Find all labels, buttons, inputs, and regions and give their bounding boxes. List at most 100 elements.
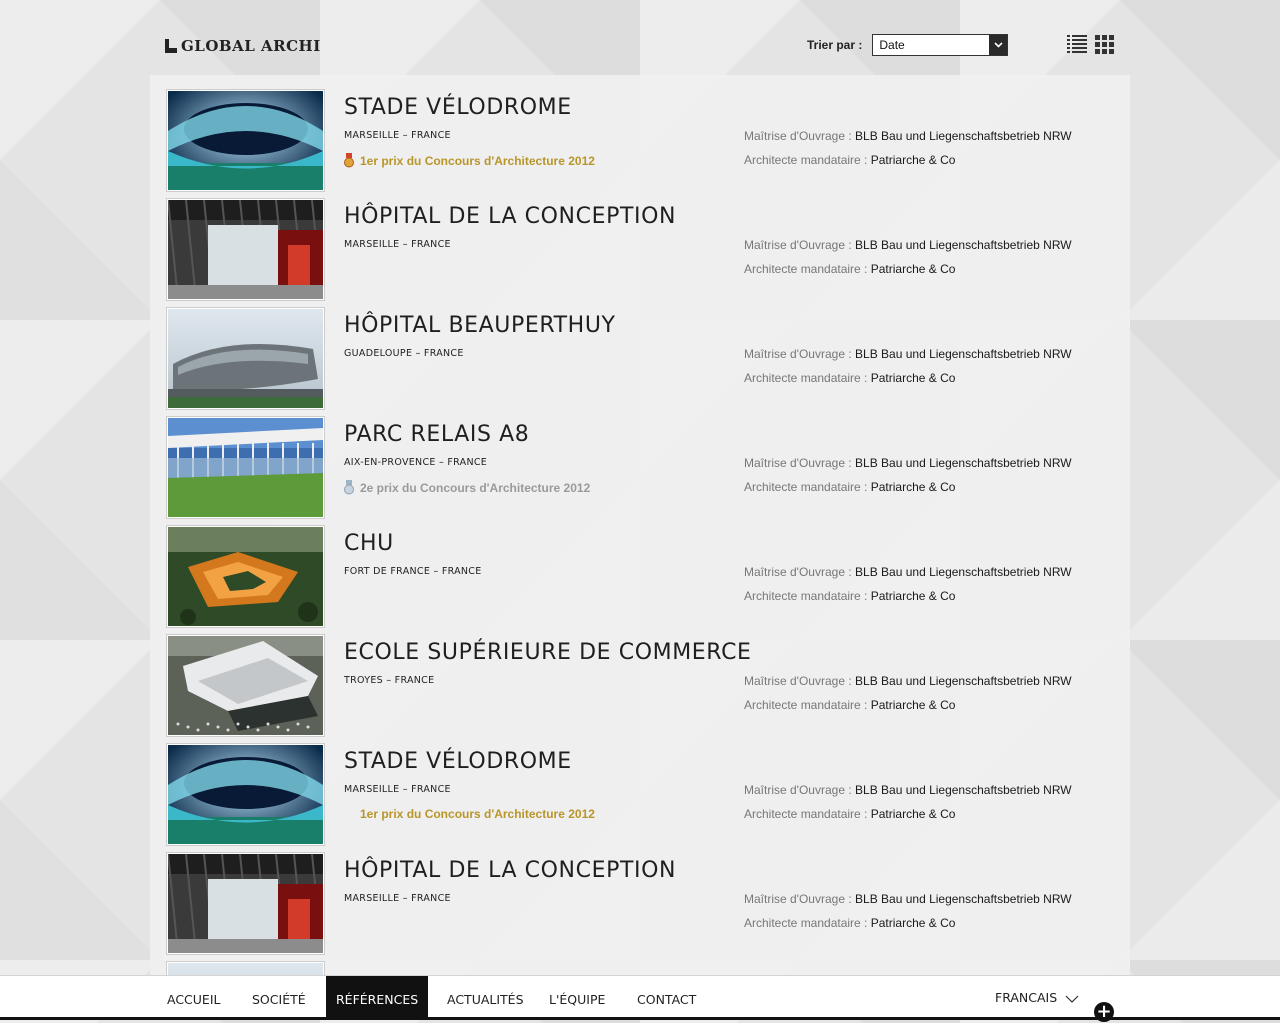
award-text: 2e prix du Concours d'Architecture 2012: [360, 480, 591, 495]
chevron-down-icon: [1065, 995, 1079, 1003]
architecte-row: Architecte mandataire : Patriarche & Co: [744, 589, 955, 603]
project-item[interactable]: HÔPITAL BEAUPERTHUY GUADELOUPE – FRANCE …: [150, 293, 1130, 409]
language-label: FRANCAIS: [995, 989, 1058, 1005]
project-location: GUADELOUPE – FRANCE: [344, 348, 464, 359]
logo-mark-icon: [165, 39, 177, 53]
project-item[interactable]: STADE VÉLODROME MARSEILLE – FRANCE 1er p…: [150, 75, 1130, 191]
project-thumbnail[interactable]: [167, 308, 324, 409]
project-title[interactable]: STADE VÉLODROME: [344, 95, 572, 120]
project-title[interactable]: HÔPITAL DE LA CONCEPTION: [344, 858, 676, 883]
architecte-label: Architecte mandataire :: [744, 916, 868, 930]
project-thumbnail[interactable]: [167, 853, 324, 954]
architecte-value: Patriarche & Co: [870, 153, 956, 167]
grid-view-icon[interactable]: [1095, 34, 1115, 56]
maitrise-value: BLB Bau und Liegenschaftsbetrieb NRW: [855, 674, 1072, 688]
award-text: 1er prix du Concours d'Architecture 2012: [360, 153, 595, 168]
project-item[interactable]: [150, 947, 1130, 975]
sort-value: Date: [879, 38, 905, 52]
project-title[interactable]: CHU: [344, 531, 394, 556]
project-title[interactable]: HÔPITAL BEAUPERTHUY: [344, 313, 616, 338]
nav-item-references[interactable]: RÉFÉRENCES: [326, 976, 429, 1018]
architecte-label: Architecte mandataire :: [744, 371, 868, 385]
architecte-value: Patriarche & Co: [870, 589, 956, 603]
project-location: MARSEILLE – FRANCE: [344, 130, 451, 141]
maitrise-value: BLB Bau und Liegenschaftsbetrieb NRW: [855, 892, 1072, 906]
maitrise-value: BLB Bau und Liegenschaftsbetrieb NRW: [855, 129, 1072, 143]
project-thumbnail[interactable]: [167, 635, 324, 736]
project-thumbnail[interactable]: [167, 90, 324, 191]
award-badge: 1er prix du Concours d'Architecture 2012: [344, 153, 595, 168]
project-thumbnail[interactable]: [167, 526, 324, 627]
project-item[interactable]: ECOLE SUPÉRIEURE DE COMMERCE TROYES – FR…: [150, 620, 1130, 736]
architecte-row: Architecte mandataire : Patriarche & Co: [744, 807, 955, 821]
maitrise-label: Maîtrise d'Ouvrage :: [744, 565, 852, 579]
maitrise-value: BLB Bau und Liegenschaftsbetrieb NRW: [855, 456, 1072, 470]
maitrise-row: Maîtrise d'Ouvrage : BLB Bau und Liegens…: [744, 783, 1072, 797]
project-location: MARSEILLE – FRANCE: [344, 784, 451, 795]
list-view-icon[interactable]: [1067, 34, 1087, 56]
architecte-label: Architecte mandataire :: [744, 153, 868, 167]
bottom-nav: ACCUEIL SOCIÉTÉ RÉFÉRENCES ACTUALITÉS L'…: [0, 975, 1280, 1022]
nav-item-societe[interactable]: SOCIÉTÉ: [252, 976, 306, 1018]
project-title[interactable]: PARC RELAIS A8: [344, 422, 529, 447]
maitrise-row: Maîtrise d'Ouvrage : BLB Bau und Liegens…: [744, 456, 1072, 470]
maitrise-label: Maîtrise d'Ouvrage :: [744, 674, 852, 688]
project-thumbnail[interactable]: [167, 744, 324, 845]
project-item[interactable]: HÔPITAL DE LA CONCEPTION MARSEILLE – FRA…: [150, 184, 1130, 300]
architecte-label: Architecte mandataire :: [744, 480, 868, 494]
project-title[interactable]: HÔPITAL DE LA CONCEPTION: [344, 204, 676, 229]
maitrise-label: Maîtrise d'Ouvrage :: [744, 347, 852, 361]
logo[interactable]: GLOBAL ARCHI: [165, 37, 321, 55]
nav-item-accueil[interactable]: ACCUEIL: [167, 976, 221, 1018]
project-thumbnail[interactable]: [167, 199, 324, 300]
project-thumbnail[interactable]: [167, 417, 324, 518]
project-title[interactable]: STADE VÉLODROME: [344, 749, 572, 774]
sort-select[interactable]: Date: [872, 34, 1009, 56]
project-thumbnail[interactable]: [167, 962, 324, 975]
project-location: TROYES – FRANCE: [344, 675, 435, 686]
architecte-label: Architecte mandataire :: [744, 807, 868, 821]
sort-control: Trier par : Date: [807, 34, 1009, 56]
nav-item-contact[interactable]: CONTACT: [637, 976, 696, 1018]
award-badge: 1er prix du Concours d'Architecture 2012: [344, 807, 595, 821]
project-item[interactable]: CHU FORT DE FRANCE – FRANCE Maîtrise d'O…: [150, 511, 1130, 627]
maitrise-row: Maîtrise d'Ouvrage : BLB Bau und Liegens…: [744, 129, 1072, 143]
maitrise-row: Maîtrise d'Ouvrage : BLB Bau und Liegens…: [744, 565, 1072, 579]
maitrise-label: Maîtrise d'Ouvrage :: [744, 892, 852, 906]
references-list: STADE VÉLODROME MARSEILLE – FRANCE 1er p…: [150, 75, 1130, 975]
medal-icon: [344, 480, 354, 495]
nav-item-equipe[interactable]: L'ÉQUIPE: [549, 976, 605, 1018]
architecte-value: Patriarche & Co: [870, 262, 956, 276]
maitrise-row: Maîtrise d'Ouvrage : BLB Bau und Liegens…: [744, 674, 1072, 688]
maitrise-value: BLB Bau und Liegenschaftsbetrieb NRW: [855, 783, 1072, 797]
architecte-label: Architecte mandataire :: [744, 698, 868, 712]
maitrise-row: Maîtrise d'Ouvrage : BLB Bau und Liegens…: [744, 238, 1072, 252]
architecte-value: Patriarche & Co: [870, 480, 956, 494]
medal-icon: [344, 153, 354, 168]
maitrise-value: BLB Bau und Liegenschaftsbetrieb NRW: [855, 238, 1072, 252]
architecte-row: Architecte mandataire : Patriarche & Co: [744, 262, 955, 276]
project-location: MARSEILLE – FRANCE: [344, 239, 451, 250]
architecte-label: Architecte mandataire :: [744, 262, 868, 276]
architecte-value: Patriarche & Co: [870, 371, 956, 385]
chevron-down-icon[interactable]: [989, 35, 1008, 55]
maitrise-label: Maîtrise d'Ouvrage :: [744, 456, 852, 470]
architecte-value: Patriarche & Co: [870, 807, 956, 821]
project-item[interactable]: STADE VÉLODROME MARSEILLE – FRANCE 1er p…: [150, 729, 1130, 845]
project-item[interactable]: PARC RELAIS A8 AIX-EN-PROVENCE – FRANCE …: [150, 402, 1130, 518]
maitrise-value: BLB Bau und Liegenschaftsbetrieb NRW: [855, 565, 1072, 579]
plus-icon[interactable]: +: [1094, 1002, 1114, 1022]
project-location: AIX-EN-PROVENCE – FRANCE: [344, 457, 488, 468]
maitrise-label: Maîtrise d'Ouvrage :: [744, 238, 852, 252]
language-selector[interactable]: FRANCAIS: [995, 976, 1079, 1018]
nav-item-actualites[interactable]: ACTUALITÉS: [447, 976, 524, 1018]
architecte-row: Architecte mandataire : Patriarche & Co: [744, 153, 955, 167]
architecte-label: Architecte mandataire :: [744, 589, 868, 603]
architecte-row: Architecte mandataire : Patriarche & Co: [744, 480, 955, 494]
award-text: 1er prix du Concours d'Architecture 2012: [360, 807, 595, 821]
maitrise-row: Maîtrise d'Ouvrage : BLB Bau und Liegens…: [744, 347, 1072, 361]
project-title[interactable]: ECOLE SUPÉRIEURE DE COMMERCE: [344, 640, 752, 665]
project-item[interactable]: HÔPITAL DE LA CONCEPTION MARSEILLE – FRA…: [150, 838, 1130, 954]
maitrise-label: Maîtrise d'Ouvrage :: [744, 129, 852, 143]
award-badge: 2e prix du Concours d'Architecture 2012: [344, 480, 590, 495]
